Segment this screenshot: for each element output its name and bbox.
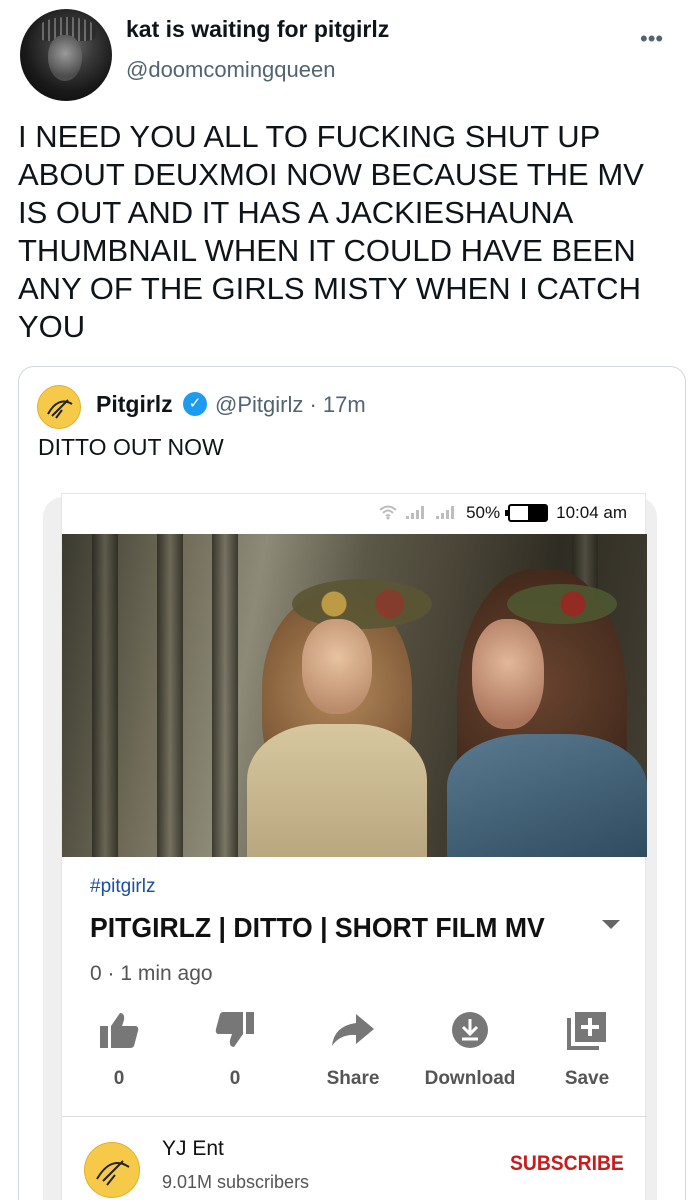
status-time: 10:04 am xyxy=(556,503,627,522)
download-button[interactable]: Download xyxy=(415,1009,525,1090)
wifi-icon xyxy=(378,504,398,523)
status-bar: 50% 10:04 am xyxy=(62,494,647,532)
battery-icon xyxy=(505,504,549,522)
video-hashtag[interactable]: #pitgirlz xyxy=(90,876,155,898)
video-actions: 0 0 Share Download Save xyxy=(62,1009,647,1099)
background-tree xyxy=(212,534,238,857)
video-thumbnail[interactable] xyxy=(62,534,647,857)
quoted-display-name[interactable]: Pitgirlz xyxy=(96,391,173,418)
expand-description-icon[interactable] xyxy=(602,920,620,929)
share-label: Share xyxy=(326,1068,380,1089)
pitgirlz-logo-icon xyxy=(47,399,73,419)
verified-badge-icon: ✓ xyxy=(183,392,207,416)
divider xyxy=(62,1116,647,1117)
channel-subscribers: 9.01M subscribers xyxy=(162,1172,310,1192)
share-button[interactable]: Share xyxy=(298,1009,408,1090)
like-button[interactable]: 0 xyxy=(64,1009,174,1090)
channel-name[interactable]: YJ Ent xyxy=(162,1137,224,1161)
save-button[interactable]: Save xyxy=(532,1009,642,1090)
left-figure-dress xyxy=(247,724,427,857)
share-icon xyxy=(298,1009,408,1051)
quoted-handle-time[interactable]: @Pitgirlz · 17m xyxy=(215,392,366,418)
thumbs-up-icon xyxy=(64,1009,174,1051)
dislike-button[interactable]: 0 xyxy=(180,1009,290,1090)
background-tree xyxy=(157,534,183,857)
attached-screenshot[interactable]: 50% 10:04 am #pitgirlz PITGIRLZ | DITTO … xyxy=(61,493,647,1200)
more-options-icon[interactable]: ••• xyxy=(640,28,663,50)
right-flower-crown xyxy=(507,584,617,624)
download-label: Download xyxy=(424,1068,516,1089)
quoted-tweet-card[interactable]: Pitgirlz ✓ @Pitgirlz · 17m DITTO OUT NOW… xyxy=(18,366,686,1200)
signal-icon xyxy=(406,505,428,522)
video-title: PITGIRLZ | DITTO | SHORT FILM MV xyxy=(90,912,545,943)
save-label: Save xyxy=(564,1068,610,1089)
channel-avatar[interactable] xyxy=(84,1142,140,1198)
display-name[interactable]: kat is waiting for pitgirlz xyxy=(126,16,389,43)
quoted-tweet-text: DITTO OUT NOW xyxy=(38,434,224,460)
download-icon xyxy=(415,1009,525,1051)
battery-percent: 50% xyxy=(466,503,501,522)
quoted-avatar[interactable] xyxy=(37,385,81,429)
thumbs-down-icon xyxy=(180,1009,290,1051)
video-meta: 0 · 1 min ago xyxy=(90,962,213,985)
tweet-text: I NEED YOU ALL TO FUCKING SHUT UP ABOUT … xyxy=(18,119,644,344)
right-figure-face xyxy=(472,619,544,729)
dislike-count: 0 xyxy=(229,1068,241,1089)
channel-logo-icon xyxy=(96,1160,130,1186)
subscribe-button[interactable]: SUBSCRIBE xyxy=(510,1152,624,1176)
left-figure-face xyxy=(302,619,372,714)
save-icon xyxy=(532,1009,642,1051)
like-count: 0 xyxy=(113,1068,125,1089)
user-handle[interactable]: @doomcomingqueen xyxy=(126,57,335,83)
signal-icon-2 xyxy=(436,505,458,522)
avatar-face-detail xyxy=(48,35,82,81)
profile-avatar[interactable] xyxy=(20,9,112,101)
left-flower-crown xyxy=(292,579,432,629)
background-tree xyxy=(92,534,118,857)
right-figure-dress xyxy=(447,734,647,857)
